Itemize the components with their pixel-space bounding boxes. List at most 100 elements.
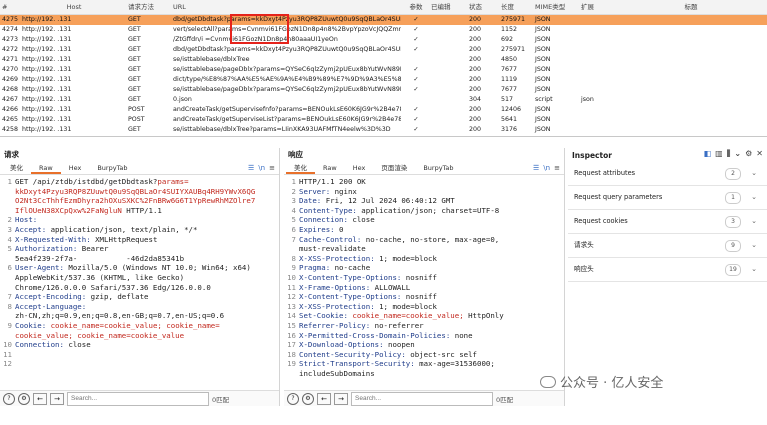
- inspector-section[interactable]: Request query parameters 1 ⌄: [568, 186, 767, 210]
- request-tab-pretty[interactable]: 美化: [2, 162, 31, 174]
- chevron-down-icon[interactable]: ⌄: [751, 210, 757, 233]
- col-length[interactable]: 长度: [495, 0, 533, 14]
- align-icon[interactable]: ⫼: [727, 149, 731, 159]
- col-url[interactable]: URL: [171, 0, 401, 14]
- table-row[interactable]: 4269 http://192. .131 GET dict/type/%E8%87…: [0, 75, 767, 85]
- code-token: Strict-Transport-Security:: [299, 359, 415, 369]
- url-highlight-box: [230, 14, 289, 44]
- row-title: [613, 15, 767, 25]
- code-line: kkDxyt4Pzyu3RQP8ZUuwtQ0u9SqQBLaOr4SUIYXA…: [0, 187, 279, 197]
- code-token: close: [63, 340, 91, 350]
- col-method[interactable]: 请求方法: [126, 0, 171, 14]
- request-tab-burpy[interactable]: BurpyTab: [89, 162, 135, 174]
- table-row[interactable]: 4267 http://192. .131 GET 0.json 304 517 scri…: [0, 95, 767, 105]
- prev-match-button[interactable]: ←: [33, 392, 47, 405]
- row-edited: [429, 15, 461, 25]
- code-token: Set-Cookie:: [299, 311, 348, 321]
- table-row[interactable]: 4272 http://192. .131 GET dbd/getDbdtask?p…: [0, 45, 767, 55]
- chevron-down-icon[interactable]: ⌄: [751, 234, 757, 257]
- newline-icon[interactable]: \n: [258, 162, 265, 174]
- prev-match-button[interactable]: ←: [317, 392, 331, 405]
- response-tab-render[interactable]: 页面渲染: [373, 162, 415, 174]
- chevron-down-icon[interactable]: ⌄: [751, 162, 757, 185]
- row-host: http://192. .131: [22, 116, 72, 123]
- request-search-input[interactable]: [67, 391, 209, 406]
- request-tab-raw[interactable]: Raw: [31, 162, 61, 174]
- code-token: 0: [334, 224, 344, 234]
- row-length: 517: [501, 96, 514, 103]
- settings-icon[interactable]: ⚙: [302, 392, 314, 405]
- table-row[interactable]: 4270 http://192. .131 GET se/isttablebase/…: [0, 65, 767, 75]
- col-extension[interactable]: 扩展: [579, 0, 613, 14]
- row-title: [613, 45, 767, 55]
- inspector-section[interactable]: 响应头 19 ⌄: [568, 258, 767, 282]
- code-line: 9 Cookie: cookie_name=cookie_value; cooki…: [0, 321, 279, 331]
- table-row[interactable]: 4268 http://192. .131 GET se/isttablebase/…: [0, 85, 767, 95]
- col-num[interactable]: #: [0, 0, 20, 14]
- row-params-flag: [401, 55, 429, 65]
- help-icon[interactable]: ?: [287, 392, 299, 405]
- response-tab-burpy[interactable]: BurpyTab: [415, 162, 461, 174]
- line-number: 2: [291, 186, 296, 196]
- response-tab-pretty[interactable]: 美化: [286, 162, 315, 174]
- code-token: no-referrer: [370, 320, 424, 330]
- inspector-section-label: 请求头: [574, 241, 594, 249]
- col-status[interactable]: 状态: [461, 0, 495, 14]
- code-token: Fri, 12 Jul 2024 06:40:12 GMT: [321, 196, 455, 206]
- response-search-input[interactable]: [351, 391, 493, 406]
- table-row[interactable]: 4275 http://192. .131 GET dbd/getDbdtask?p…: [0, 15, 767, 25]
- help-icon[interactable]: ?: [3, 392, 15, 405]
- col-title[interactable]: 标题: [613, 0, 767, 14]
- table-row[interactable]: 4258 http://192. .131 GET se/isttablebase/…: [0, 125, 767, 135]
- list-view-icon[interactable]: ☰: [533, 162, 539, 174]
- row-number: 4267: [2, 96, 19, 103]
- newline-icon[interactable]: \n: [543, 162, 550, 174]
- table-row[interactable]: 4271 http://192. .131 GET se/isttablebase/…: [0, 55, 767, 65]
- table-row[interactable]: 4266 http://192. .131 POST andCreateTask/g…: [0, 105, 767, 115]
- response-tab-raw[interactable]: Raw: [315, 162, 345, 174]
- col-params[interactable]: 参数: [401, 0, 429, 14]
- request-tab-hex[interactable]: Hex: [61, 162, 90, 174]
- next-match-button[interactable]: →: [334, 392, 348, 405]
- col-edited[interactable]: 已编辑: [429, 0, 461, 14]
- chevron-down-icon[interactable]: ⌄: [751, 258, 757, 281]
- table-row[interactable]: 4265 http://192. .131 POST andCreateTask/g…: [0, 115, 767, 125]
- row-length: 7677: [501, 66, 518, 73]
- menu-icon[interactable]: ≡: [554, 162, 560, 174]
- request-search-bar: ? ⚙ ← → 0匹配: [0, 390, 279, 406]
- table-row[interactable]: 4273 http://192. .131 GET /ZtGffdn/i =Cvnm…: [0, 35, 767, 45]
- code-token: Connection:: [15, 340, 64, 350]
- row-mime: JSON: [535, 86, 551, 93]
- layout-split-icon[interactable]: ▥: [715, 149, 723, 159]
- row-host: http://192. .131: [22, 36, 72, 43]
- inspector-section[interactable]: 请求头 9 ⌄: [568, 234, 767, 258]
- code-token: nosniff: [401, 292, 437, 302]
- row-title: [613, 35, 767, 45]
- code-line: Chrome/126.0.0.0 Safari/537.36 Edg/126.0…: [0, 283, 279, 293]
- chevron-down-icon[interactable]: ⌄: [751, 186, 757, 209]
- line-number: [0, 283, 15, 293]
- code-token: 5ea4f239-2f7a- -46d2da85341b: [15, 253, 185, 263]
- row-edited: [429, 105, 461, 115]
- code-line: 11: [0, 350, 279, 360]
- response-tab-hex[interactable]: Hex: [345, 162, 374, 174]
- code-token: GET /api/ztdb/istdbd/getDbdtask?: [15, 177, 158, 186]
- col-host[interactable]: Host: [20, 0, 126, 14]
- table-row[interactable]: 4274 http://192. .131 GET vert/selectAll?p…: [0, 25, 767, 35]
- col-mime[interactable]: MIME类型: [533, 0, 579, 14]
- menu-icon[interactable]: ≡: [269, 162, 275, 174]
- layout-toggle-icon[interactable]: ◧: [704, 149, 712, 159]
- settings-icon[interactable]: ⚙: [18, 392, 30, 405]
- close-icon[interactable]: ✕: [756, 149, 763, 159]
- inspector-section[interactable]: Request cookies 3 ⌄: [568, 210, 767, 234]
- inspector-section[interactable]: Request attributes 2 ⌄: [568, 162, 767, 186]
- row-length: 3176: [501, 126, 518, 133]
- code-token: nosniff: [401, 272, 437, 282]
- collapse-icon[interactable]: ⌄: [734, 149, 741, 159]
- next-match-button[interactable]: →: [50, 392, 64, 405]
- request-editor[interactable]: 1 GET /api/ztdb/istdbd/getDbdtask? params=…: [0, 175, 279, 369]
- code-line: 7 Accept-Encoding: gzip, deflate: [0, 292, 279, 302]
- settings-icon[interactable]: ⚙: [745, 149, 752, 159]
- list-view-icon[interactable]: ☰: [248, 162, 254, 174]
- response-editor[interactable]: 1 HTTP/1.1 200 OK 2 Server: nginx 3 Date: Fri…: [284, 175, 564, 378]
